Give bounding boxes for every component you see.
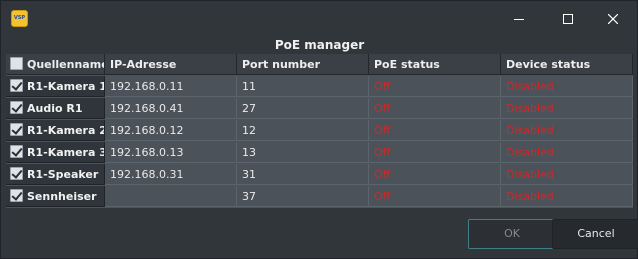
device-status-cell[interactable]: Disabled — [501, 142, 633, 163]
vsp-app-icon: VSP — [11, 10, 28, 27]
header-ip-adresse[interactable]: IP-Adresse — [105, 54, 237, 75]
row-name-cell[interactable]: Audio R1 — [6, 98, 105, 119]
poe-table: Quellenname IP-Adresse Port number PoE s… — [6, 54, 633, 208]
row-name-cell[interactable]: Sennheiser — [6, 186, 105, 207]
table-row[interactable]: R1-Kamera 1 192.168.0.11 11 Off Disabled — [6, 76, 633, 98]
poe-status-cell[interactable]: Off — [369, 142, 501, 163]
poe-manager-window: VSP PoE manager Quellenname IP-Adresse P… — [0, 0, 638, 259]
row-checkbox[interactable] — [10, 189, 23, 202]
poe-status-cell[interactable]: Off — [369, 164, 501, 185]
device-status-cell[interactable]: Disabled — [501, 120, 633, 141]
device-status-cell[interactable]: Disabled — [501, 76, 633, 97]
header-device-status[interactable]: Device status — [501, 54, 633, 75]
row-name-cell[interactable]: R1-Kamera 2 — [6, 120, 105, 141]
row-name-cell[interactable]: R1-Kamera 3 — [6, 142, 105, 163]
port-number-cell[interactable]: 37 — [237, 186, 369, 207]
title-bar: VSP — [1, 1, 637, 37]
header-label: Quellenname — [27, 58, 105, 71]
row-checkbox[interactable] — [10, 79, 23, 92]
port-number-cell[interactable]: 31 — [237, 164, 369, 185]
device-status-cell[interactable]: Disabled — [501, 164, 633, 185]
dialog-caption: PoE manager — [274, 38, 365, 52]
maximize-button[interactable] — [545, 1, 591, 37]
source-name: R1-Kamera 1 — [27, 80, 105, 93]
port-number-cell[interactable]: 11 — [237, 76, 369, 97]
select-all-checkbox[interactable] — [10, 57, 23, 70]
maximize-icon — [563, 14, 573, 24]
minimize-icon — [514, 19, 524, 20]
minimize-button[interactable] — [496, 1, 542, 37]
source-name: R1-Kamera 2 — [27, 124, 105, 137]
port-number-cell[interactable]: 13 — [237, 142, 369, 163]
table-row[interactable]: R1-Kamera 3 192.168.0.13 13 Off Disabled — [6, 142, 633, 164]
header-port-number[interactable]: Port number — [237, 54, 369, 75]
table-row[interactable]: Sennheiser 37 Off Disabled — [6, 186, 633, 208]
source-name: R1-Speaker — [27, 168, 99, 181]
ip-address-cell[interactable]: 192.168.0.13 — [105, 142, 237, 163]
row-name-cell[interactable]: R1-Kamera 1 — [6, 76, 105, 97]
header-poe-status[interactable]: PoE status — [369, 54, 501, 75]
ip-address-cell[interactable] — [105, 186, 237, 207]
ok-button[interactable]: OK — [468, 219, 556, 249]
row-checkbox[interactable] — [10, 123, 23, 136]
device-status-cell[interactable]: Disabled — [501, 186, 633, 207]
table-header-row: Quellenname IP-Adresse Port number PoE s… — [6, 54, 633, 76]
ip-address-cell[interactable]: 192.168.0.31 — [105, 164, 237, 185]
poe-status-cell[interactable]: Off — [369, 76, 501, 97]
header-quellenname[interactable]: Quellenname — [6, 54, 105, 75]
source-name: Sennheiser — [27, 190, 97, 203]
cancel-button[interactable]: Cancel — [552, 219, 638, 249]
device-status-cell[interactable]: Disabled — [501, 98, 633, 119]
table-row[interactable]: R1-Kamera 2 192.168.0.12 12 Off Disabled — [6, 120, 633, 142]
row-name-cell[interactable]: R1-Speaker — [6, 164, 105, 185]
ip-address-cell[interactable]: 192.168.0.11 — [105, 76, 237, 97]
source-name: Audio R1 — [27, 102, 83, 115]
port-number-cell[interactable]: 12 — [237, 120, 369, 141]
poe-status-cell[interactable]: Off — [369, 98, 501, 119]
row-checkbox[interactable] — [10, 167, 23, 180]
ip-address-cell[interactable]: 192.168.0.41 — [105, 98, 237, 119]
table-row[interactable]: R1-Speaker 192.168.0.31 31 Off Disabled — [6, 164, 633, 186]
close-button[interactable] — [590, 1, 636, 37]
row-checkbox[interactable] — [10, 101, 23, 114]
ip-address-cell[interactable]: 192.168.0.12 — [105, 120, 237, 141]
poe-status-cell[interactable]: Off — [369, 186, 501, 207]
source-name: R1-Kamera 3 — [27, 146, 105, 159]
poe-status-cell[interactable]: Off — [369, 120, 501, 141]
close-icon — [608, 14, 618, 24]
row-checkbox[interactable] — [10, 145, 23, 158]
port-number-cell[interactable]: 27 — [237, 98, 369, 119]
table-row[interactable]: Audio R1 192.168.0.41 27 Off Disabled — [6, 98, 633, 120]
